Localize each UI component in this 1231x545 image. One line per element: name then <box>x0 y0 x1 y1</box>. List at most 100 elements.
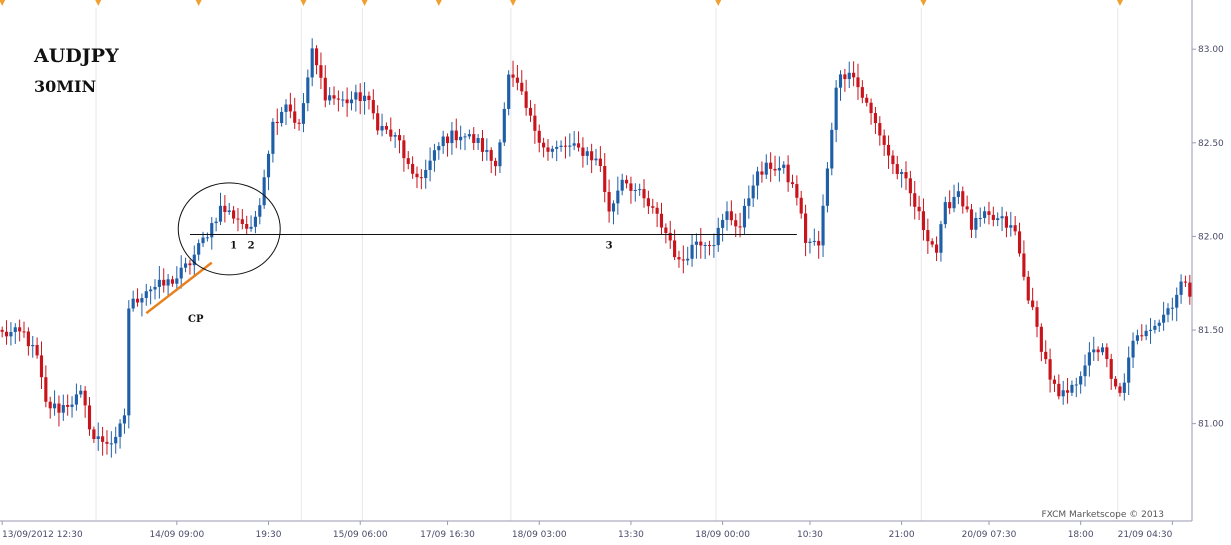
candle-body <box>677 257 681 260</box>
candle-body <box>904 172 908 179</box>
candle-body <box>996 218 1000 220</box>
candle-body <box>1105 347 1109 360</box>
candle-body <box>144 291 148 298</box>
candle-body <box>873 113 878 124</box>
candle-body <box>0 329 4 332</box>
x-tick-label: 14/09 09:00 <box>149 530 204 540</box>
candle-body <box>114 436 118 444</box>
candle-body <box>808 241 812 243</box>
candle-body <box>301 103 306 124</box>
x-tick-label: 21/09 04:30 <box>1118 530 1173 540</box>
candle-body <box>13 327 17 333</box>
candle-body <box>926 230 930 242</box>
candle-body <box>48 401 52 409</box>
candle-body <box>1087 352 1091 366</box>
candle-body <box>511 74 515 78</box>
candle-body <box>965 206 969 210</box>
candle-body <box>498 142 502 167</box>
candle-body <box>459 136 463 141</box>
candle-body <box>764 162 768 175</box>
candle-body <box>201 237 205 244</box>
candle-body <box>843 74 847 80</box>
candle-body <box>895 164 899 174</box>
candle-body <box>974 217 978 230</box>
candle-body <box>70 404 74 407</box>
candle-body <box>92 429 96 440</box>
candle-body <box>585 151 589 156</box>
candle-body <box>411 163 415 174</box>
candle-body <box>860 87 864 98</box>
candle-body <box>1083 365 1087 377</box>
candle-body <box>624 179 629 184</box>
candle-body <box>1127 357 1131 383</box>
candle-body <box>153 286 157 290</box>
candle-body <box>44 377 48 402</box>
candle-body <box>406 158 410 164</box>
candle-body <box>939 224 943 253</box>
candle-body <box>332 95 336 99</box>
candle-body <box>987 211 991 215</box>
candle-body <box>1035 307 1039 327</box>
candle-body <box>1118 386 1122 393</box>
candle-body <box>1057 383 1061 397</box>
candle-body <box>502 108 506 143</box>
x-tick-label: 20/09 07:30 <box>962 530 1017 540</box>
candle-body <box>288 104 292 112</box>
candle-body <box>961 191 965 207</box>
candle-body <box>472 134 476 143</box>
candle-body <box>1065 390 1070 393</box>
candle-body <box>533 115 537 131</box>
x-tick-label: 10:30 <box>797 530 823 540</box>
x-tick-label: 17/09 16:30 <box>420 530 475 540</box>
candle-body <box>694 241 698 245</box>
candle-body <box>721 219 725 228</box>
candle-body <box>812 240 816 242</box>
candle-body <box>555 146 559 149</box>
candle-body <box>258 205 262 217</box>
candle-body <box>838 74 843 88</box>
candle-body <box>616 190 620 204</box>
candle-body <box>956 191 960 197</box>
watermark: FXCM Marketscope © 2013 <box>1041 510 1164 520</box>
candle-body <box>542 142 546 148</box>
candle-body <box>537 130 541 143</box>
candle-body <box>913 193 917 207</box>
candle-body <box>900 172 904 174</box>
candle-body <box>952 196 956 209</box>
candle-body <box>865 97 869 103</box>
candle-body <box>284 104 288 112</box>
candle-body <box>1013 225 1017 232</box>
touch-marker-3: 3 <box>606 241 613 252</box>
x-tick-label: 18/09 00:00 <box>695 530 750 540</box>
candle-body <box>559 145 563 147</box>
candle-body <box>563 145 568 147</box>
candle-body <box>572 143 576 146</box>
candle-body <box>633 189 637 191</box>
candle-body <box>747 198 751 206</box>
candle-body <box>1048 359 1052 380</box>
candle-body <box>175 278 179 284</box>
candle-body <box>852 72 856 78</box>
candle-body <box>550 148 554 152</box>
candle-body <box>681 259 685 261</box>
candle-body <box>9 332 13 337</box>
candle-body <box>384 125 388 130</box>
candle-body <box>402 140 406 159</box>
candle-body <box>651 206 655 208</box>
candle-body <box>336 98 340 100</box>
candle-body <box>236 218 240 220</box>
y-tick-label: 82.50 <box>1198 139 1224 149</box>
candle-body <box>742 205 747 228</box>
candle-body <box>1144 330 1148 337</box>
candle-body <box>869 102 873 114</box>
candle-body <box>367 95 371 101</box>
candle-body <box>755 171 760 186</box>
candle-body <box>253 216 258 227</box>
y-tick-label: 81.50 <box>1198 326 1224 336</box>
x-tick-label: 15/09 06:00 <box>333 530 388 540</box>
candle-body <box>590 151 594 161</box>
candle-body <box>825 168 829 206</box>
candle-body <box>978 217 982 219</box>
candle-body <box>39 355 44 378</box>
candle-body <box>707 244 712 246</box>
